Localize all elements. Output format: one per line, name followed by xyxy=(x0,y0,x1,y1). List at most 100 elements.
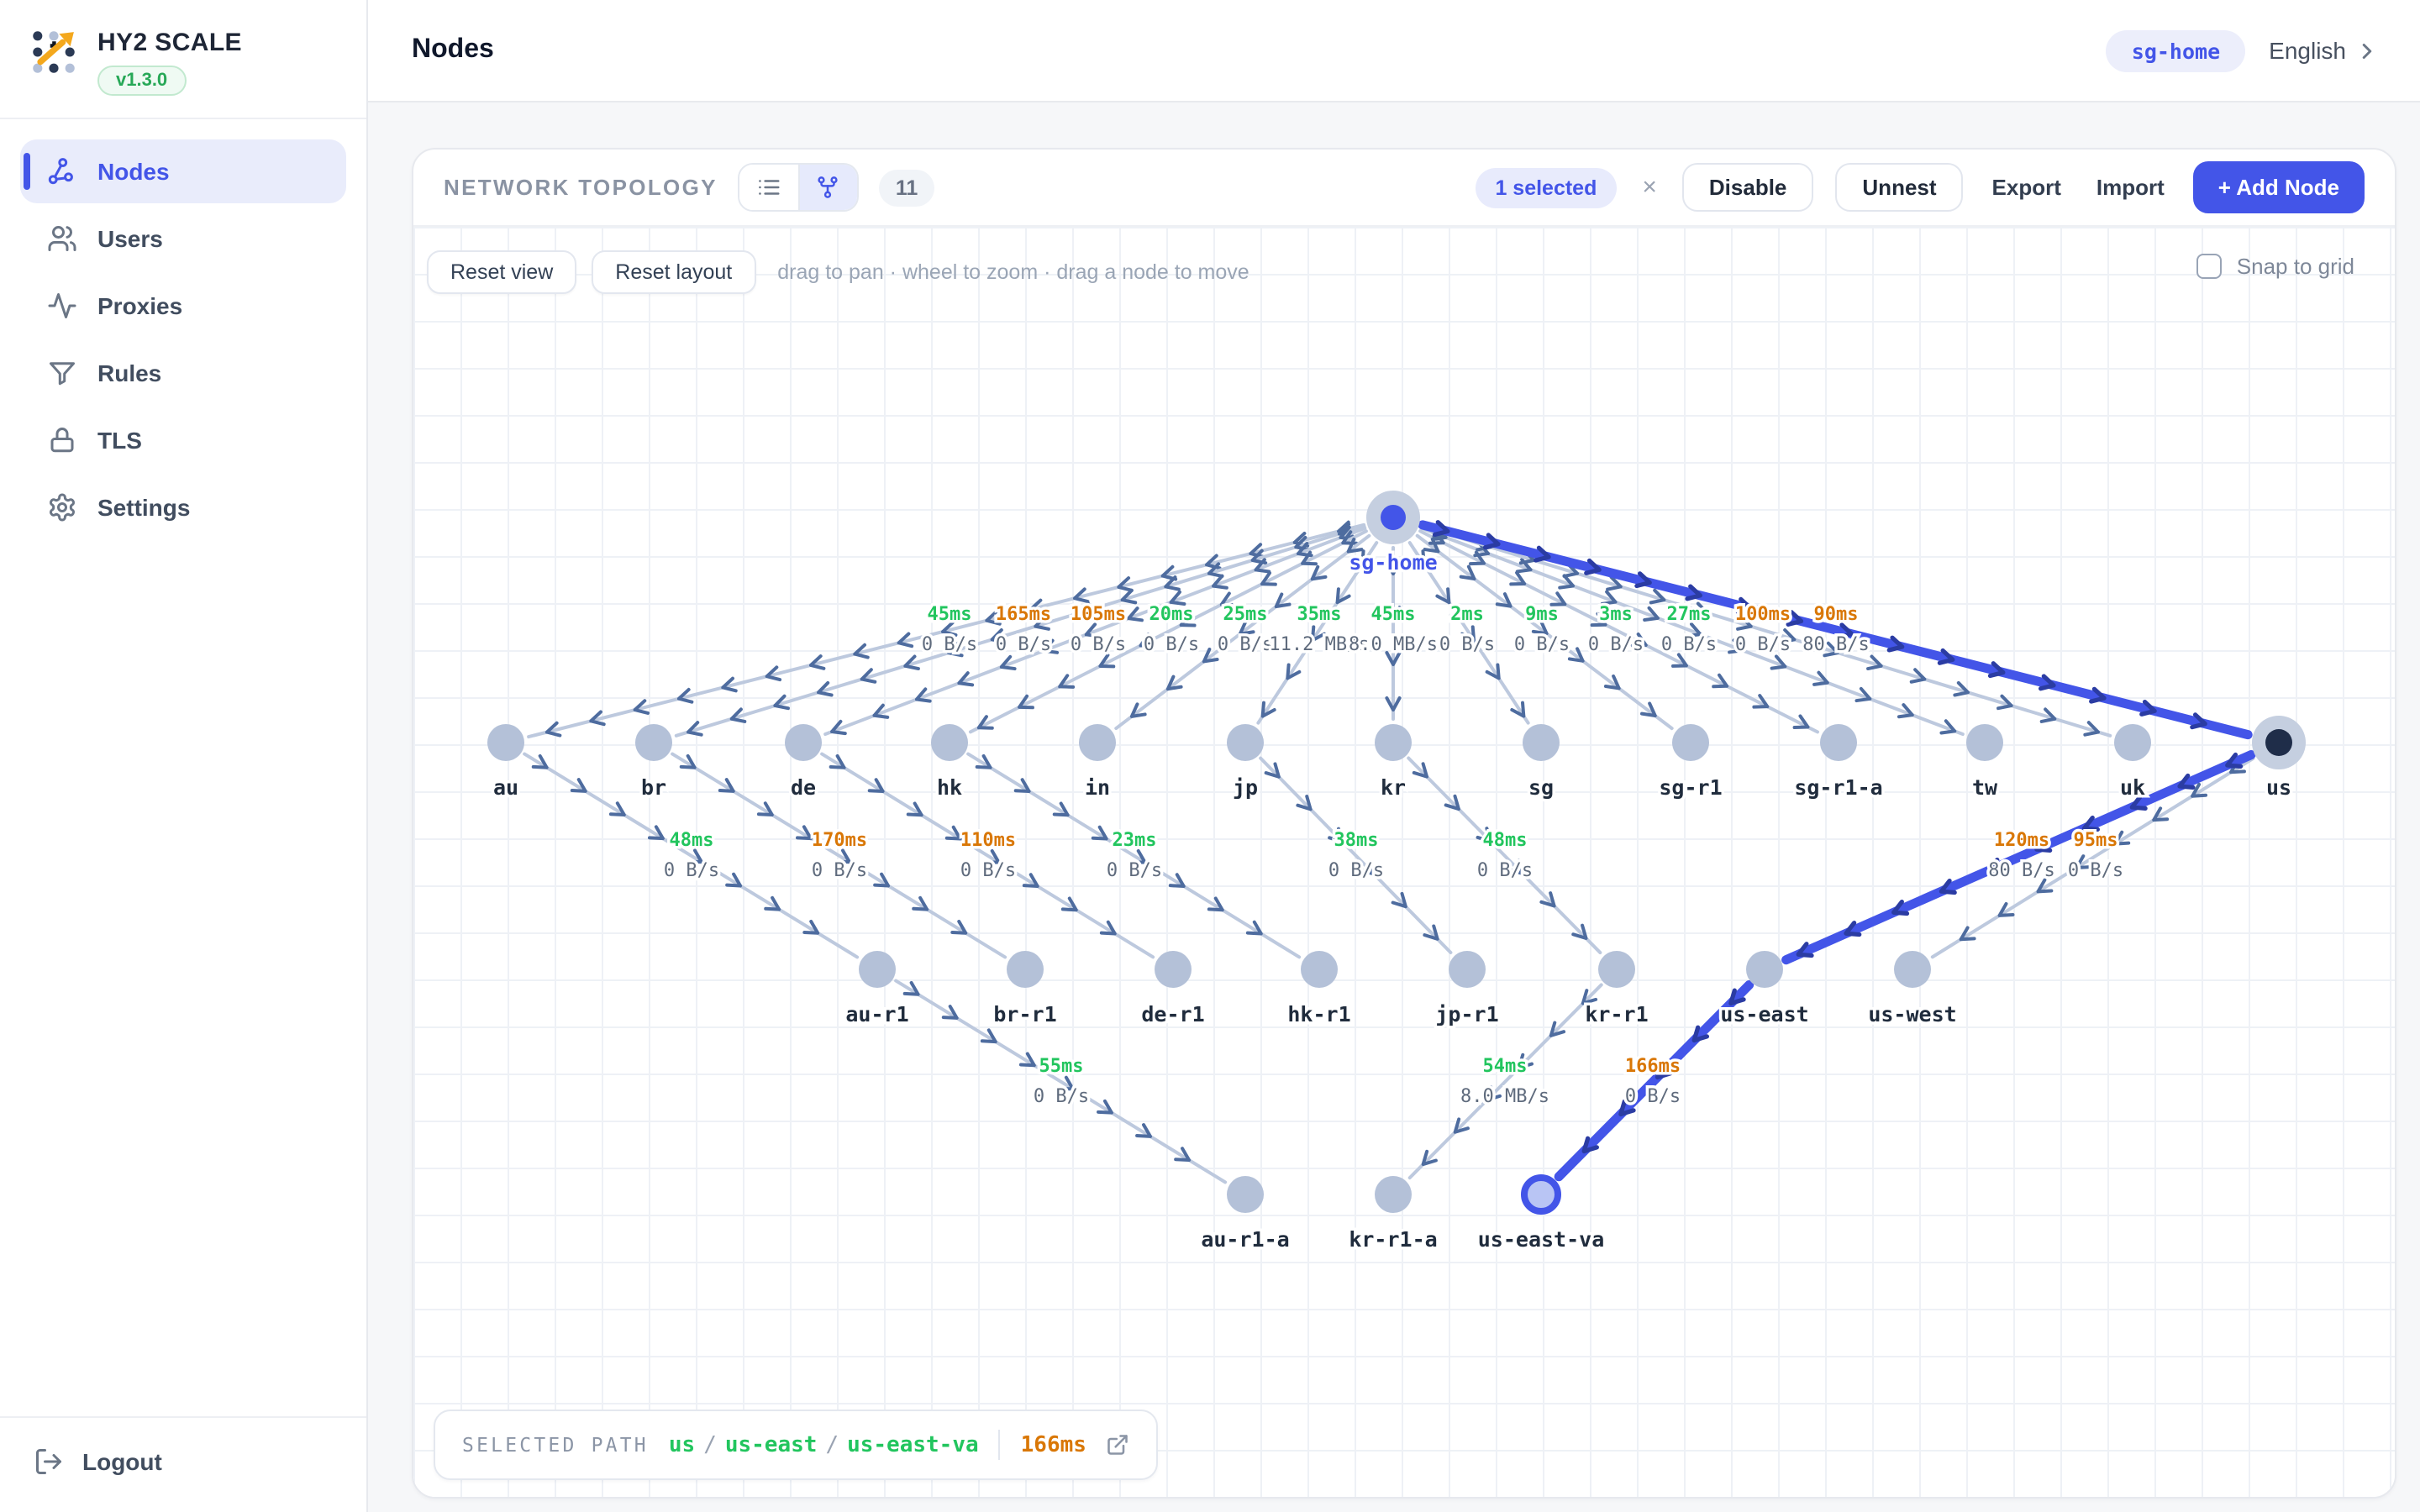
path-segment: us-east xyxy=(725,1432,818,1457)
topology-edge-kr-kr-r1[interactable] xyxy=(1408,759,1600,953)
edge-bandwidth-label: 8.0 MB/s xyxy=(1460,1086,1549,1107)
path-latency: 166ms xyxy=(1021,1432,1086,1457)
topology-node-jp-r1[interactable]: jp-r1 xyxy=(1435,951,1498,1026)
edge-bandwidth-label: 0 B/s xyxy=(960,860,1016,881)
logout-label: Logout xyxy=(82,1448,162,1475)
edge-latency-label: 120ms xyxy=(1994,830,2049,851)
selected-path-label: SELECTED PATH xyxy=(462,1433,649,1457)
sidebar-item-nodes[interactable]: Nodes xyxy=(20,139,346,203)
page-title: Nodes xyxy=(412,35,494,66)
node-label-us-east-va: us-east-va xyxy=(1478,1227,1605,1252)
import-button[interactable]: Import xyxy=(2090,165,2171,210)
topology-node-sg-r1-a[interactable]: sg-r1-a xyxy=(1794,724,1882,800)
topology-node-br[interactable]: br xyxy=(635,724,672,800)
sidebar-item-users[interactable]: Users xyxy=(20,207,346,270)
node-label-de: de xyxy=(791,775,816,800)
topology-edge-sg-home-au[interactable] xyxy=(529,525,1364,737)
topology-node-us[interactable]: us xyxy=(2252,716,2306,800)
node-label-us: us xyxy=(2266,775,2291,800)
topology-node-hk-r1[interactable]: hk-r1 xyxy=(1287,951,1350,1026)
gear-icon xyxy=(47,492,77,522)
main-area: Nodes sg-home English NETWORK TOPOLOGY xyxy=(368,0,2420,1512)
node-label-uk: uk xyxy=(2120,775,2145,800)
topology-node-hk[interactable]: hk xyxy=(931,724,968,800)
path-slash: / xyxy=(703,1432,717,1457)
list-icon xyxy=(756,175,781,200)
clear-selection-button[interactable]: × xyxy=(1639,175,1660,200)
edge-latency-label: 9ms xyxy=(1525,604,1559,625)
topology-node-kr[interactable]: kr xyxy=(1375,724,1412,800)
users-icon xyxy=(47,223,77,254)
list-view-button[interactable] xyxy=(739,165,798,210)
snap-to-grid-toggle[interactable]: Snap to grid xyxy=(2196,254,2354,279)
edge-bandwidth-label: 0 B/s xyxy=(664,860,719,881)
topology-node-sg-r1[interactable]: sg-r1 xyxy=(1659,724,1722,800)
logout-button[interactable]: Logout xyxy=(0,1416,366,1512)
unnest-button[interactable]: Unnest xyxy=(1835,163,1963,212)
language-selector[interactable]: English xyxy=(2269,37,2380,64)
topology-card: NETWORK TOPOLOGY xyxy=(412,148,2396,1499)
node-label-jp-r1: jp-r1 xyxy=(1435,1002,1498,1026)
topology-edge-jp-jp-r1[interactable] xyxy=(1260,759,1450,953)
topology-title: NETWORK TOPOLOGY xyxy=(444,175,718,200)
export-button[interactable]: Export xyxy=(1986,165,2068,210)
topology-node-au-r1[interactable]: au-r1 xyxy=(845,951,908,1026)
lock-icon xyxy=(47,425,77,455)
topology-node-au[interactable]: au xyxy=(487,724,524,800)
topology-node-jp[interactable]: jp xyxy=(1227,724,1264,800)
topology-edge-sg-home-hk[interactable] xyxy=(971,531,1366,732)
topology-node-sg[interactable]: sg xyxy=(1523,724,1560,800)
topology-edge-sg-home-sg-r1-a[interactable] xyxy=(1420,531,1818,732)
topology-node-de-r1[interactable]: de-r1 xyxy=(1141,951,1204,1026)
edge-latency-label: 90ms xyxy=(1814,604,1859,625)
topology-node-de[interactable]: de xyxy=(785,724,822,800)
add-node-button[interactable]: + Add Node xyxy=(2193,161,2365,213)
edge-bandwidth-label: 8.0 MB/s xyxy=(1349,634,1438,655)
activity-icon xyxy=(47,291,77,321)
current-node-badge[interactable]: sg-home xyxy=(2107,29,2245,71)
topology-node-tw[interactable]: tw xyxy=(1966,724,2003,800)
topology-node-kr-r1-a[interactable]: kr-r1-a xyxy=(1349,1176,1437,1252)
path-slash: / xyxy=(825,1432,839,1457)
external-link-icon[interactable] xyxy=(1107,1433,1130,1457)
edge-latency-label: 45ms xyxy=(1371,604,1416,625)
topology-node-au-r1-a[interactable]: au-r1-a xyxy=(1201,1176,1289,1252)
reset-view-button[interactable]: Reset view xyxy=(427,250,576,294)
edge-bandwidth-label: 0 B/s xyxy=(1735,634,1791,655)
topology-node-kr-r1[interactable]: kr-r1 xyxy=(1585,951,1648,1026)
funnel-icon xyxy=(47,358,77,388)
topology-view-button[interactable] xyxy=(798,165,857,210)
topology-edge-sg-home-de[interactable] xyxy=(825,528,1365,734)
edge-latency-label: 45ms xyxy=(928,604,972,625)
topology-node-in[interactable]: in xyxy=(1079,724,1116,800)
edge-bandwidth-label: 0 B/s xyxy=(1477,860,1533,881)
path-divider xyxy=(999,1430,1001,1460)
sidebar-item-tls[interactable]: TLS xyxy=(20,408,346,472)
nodes-icon xyxy=(47,156,77,186)
edge-latency-label: 48ms xyxy=(670,830,714,851)
node-label-sg-r1: sg-r1 xyxy=(1659,775,1722,800)
sidebar-item-label: TLS xyxy=(97,427,142,454)
sidebar-item-rules[interactable]: Rules xyxy=(20,341,346,405)
topology-node-uk[interactable]: uk xyxy=(2114,724,2151,800)
topology-node-us-east-va[interactable]: us-east-va xyxy=(1478,1178,1605,1252)
edge-bandwidth-label: 0 B/s xyxy=(1588,634,1644,655)
node-label-kr-r1-a: kr-r1-a xyxy=(1349,1227,1437,1252)
reset-layout-button[interactable]: Reset layout xyxy=(592,250,755,294)
topology-node-us-west[interactable]: us-west xyxy=(1868,951,1956,1026)
page-header: Nodes sg-home English xyxy=(368,0,2420,102)
app-logo-icon xyxy=(27,25,81,79)
disable-button[interactable]: Disable xyxy=(1682,163,1814,212)
node-label-au-r1: au-r1 xyxy=(845,1002,908,1026)
snap-checkbox[interactable] xyxy=(2196,254,2222,279)
topology-canvas[interactable]: 45ms0 B/s165ms0 B/s105ms0 B/s20ms0 B/s25… xyxy=(413,227,2395,1497)
sidebar-item-proxies[interactable]: Proxies xyxy=(20,274,346,338)
node-label-de-r1: de-r1 xyxy=(1141,1002,1204,1026)
edge-latency-label: 27ms xyxy=(1667,604,1712,625)
topology-node-br-r1[interactable]: br-r1 xyxy=(993,951,1056,1026)
sidebar-item-label: Proxies xyxy=(97,292,182,319)
node-label-kr: kr xyxy=(1381,775,1406,800)
topology-icon xyxy=(816,175,841,200)
topology-edge-sg-home-tw[interactable] xyxy=(1422,528,1963,734)
sidebar-item-settings[interactable]: Settings xyxy=(20,475,346,539)
